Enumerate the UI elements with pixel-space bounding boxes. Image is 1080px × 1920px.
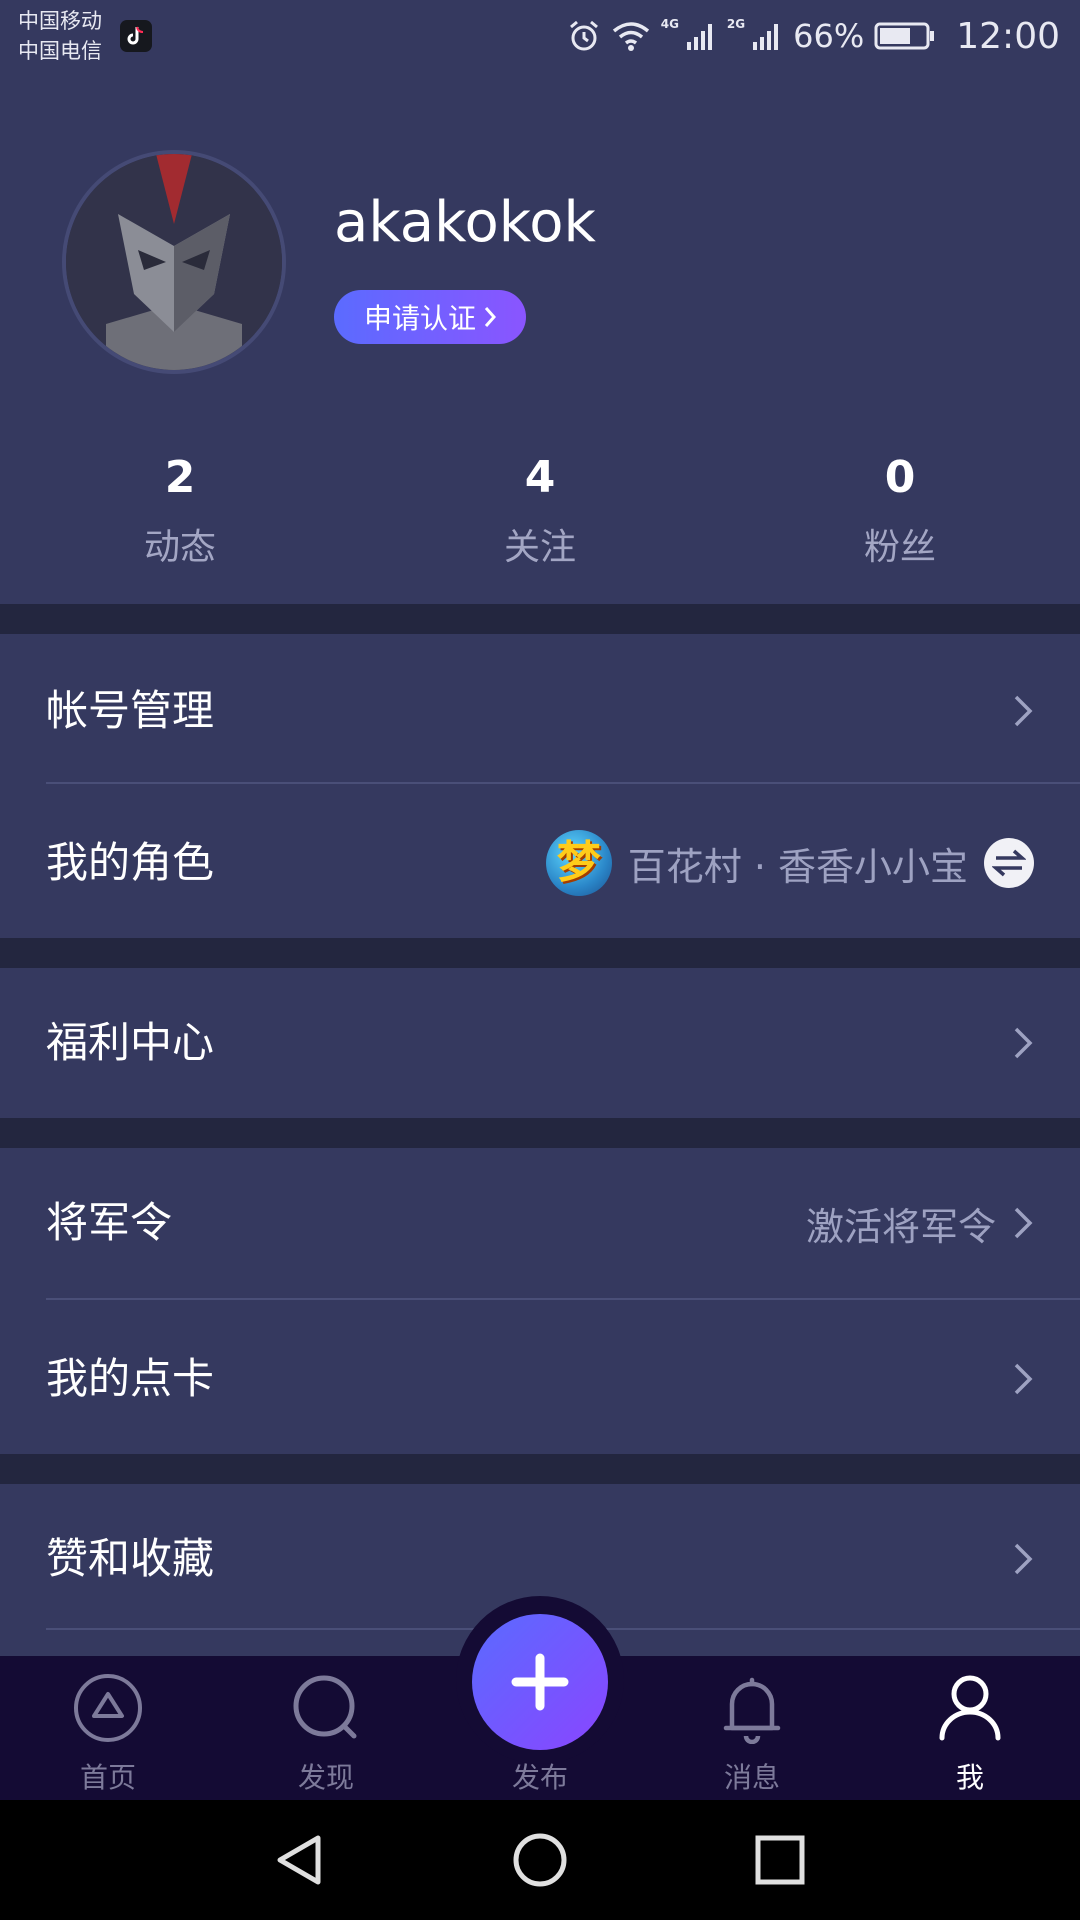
avatar[interactable] — [62, 150, 286, 374]
carrier-2: 中国电信 — [18, 39, 102, 63]
chevron-right-icon — [1014, 695, 1033, 727]
welfare-center-label: 福利中心 — [46, 1018, 215, 1067]
general-order-row[interactable]: 将军令 激活将军令 — [0, 1146, 1080, 1300]
stat-fans-value: 0 — [884, 452, 916, 503]
nav-discover[interactable]: 发现 — [236, 1656, 416, 1800]
signal-icon-2 — [753, 24, 779, 50]
alarm-icon — [569, 20, 598, 51]
stat-posts-value: 2 — [164, 452, 196, 503]
role-name: 百花村 · 香香小小宝 — [627, 844, 968, 889]
likes-favorites-label: 赞和收藏 — [46, 1534, 215, 1583]
back-button[interactable] — [270, 1830, 330, 1890]
chevron-right-icon — [1014, 1207, 1033, 1239]
game-logo-icon: 梦 — [545, 830, 612, 896]
account-management-label: 帐号管理 — [46, 686, 215, 735]
section-separator — [0, 938, 1080, 968]
stat-fans-label: 粉丝 — [863, 527, 936, 568]
stat-posts-label: 动态 — [143, 527, 216, 568]
publish-button[interactable] — [472, 1614, 608, 1750]
section-separator — [0, 1118, 1080, 1148]
general-order-label: 将军令 — [46, 1198, 173, 1247]
home-button[interactable] — [510, 1830, 570, 1890]
activate-general-order-link[interactable]: 激活将军令 — [806, 1196, 996, 1251]
my-role-row[interactable]: 我的角色 梦 百花村 · 香香小小宝 — [0, 786, 1080, 940]
apply-verification-button[interactable]: 申请认证 — [334, 290, 526, 344]
switch-role-icon[interactable] — [984, 838, 1034, 888]
stat-following[interactable]: 4 关注 — [360, 448, 720, 570]
apply-verification-label: 申请认证 — [363, 302, 476, 335]
battery-icon — [874, 22, 935, 50]
chevron-right-icon — [484, 307, 496, 327]
row-divider — [46, 782, 1080, 784]
stat-posts[interactable]: 2 动态 — [0, 448, 360, 570]
avatar-mask-image — [66, 154, 282, 370]
plus-icon — [511, 1653, 569, 1711]
my-role-label: 我的角色 — [46, 838, 215, 887]
nav-me[interactable]: 我 — [880, 1656, 1060, 1800]
welfare-center-row[interactable]: 福利中心 — [0, 966, 1080, 1120]
section-separator — [0, 604, 1080, 634]
search-icon — [293, 1675, 357, 1739]
row-divider — [46, 1298, 1080, 1300]
nav-me-label: 我 — [955, 1761, 984, 1794]
status-bar: 中国移动 中国电信 4G 2G 66% 12:00 — [0, 0, 1080, 72]
user-icon — [939, 1675, 1001, 1741]
back-triangle-icon — [277, 1835, 321, 1885]
network-2g-label: 2G — [726, 17, 746, 31]
publish-label: 发布 — [511, 1761, 568, 1794]
recents-square-icon — [755, 1835, 805, 1885]
account-management-row[interactable]: 帐号管理 — [0, 634, 1080, 788]
system-navigation-bar — [0, 1800, 1080, 1920]
chevron-right-icon — [1014, 1027, 1033, 1059]
stat-following-label: 关注 — [503, 527, 576, 568]
nav-messages-label: 消息 — [723, 1761, 780, 1794]
chevron-right-icon — [1014, 1363, 1033, 1395]
tiktok-notification-icon — [120, 20, 152, 52]
stat-following-value: 4 — [524, 452, 556, 503]
section-separator — [0, 1454, 1080, 1484]
nav-home[interactable]: 首页 — [18, 1656, 198, 1800]
battery-percent: 66% — [793, 17, 865, 55]
carrier-1: 中国移动 — [18, 9, 102, 33]
home-circle-icon — [513, 1833, 567, 1887]
signal-icon-1 — [686, 24, 712, 50]
wifi-icon — [612, 22, 649, 51]
point-card-label: 我的点卡 — [46, 1354, 215, 1403]
nav-home-label: 首页 — [79, 1761, 136, 1794]
recents-button[interactable] — [750, 1830, 810, 1890]
username: akakokok — [334, 190, 596, 255]
stat-fans[interactable]: 0 粉丝 — [720, 448, 1080, 570]
nav-discover-label: 发现 — [297, 1761, 354, 1794]
bell-icon — [723, 1677, 781, 1744]
clock: 12:00 — [956, 15, 1060, 57]
network-4g-label: 4G — [660, 17, 679, 31]
chevron-right-icon — [1014, 1543, 1033, 1575]
home-triangle-icon — [74, 1674, 142, 1742]
carrier-info: 中国移动 中国电信 — [18, 6, 102, 66]
nav-messages[interactable]: 消息 — [662, 1656, 842, 1800]
point-card-row[interactable]: 我的点卡 — [0, 1302, 1080, 1456]
